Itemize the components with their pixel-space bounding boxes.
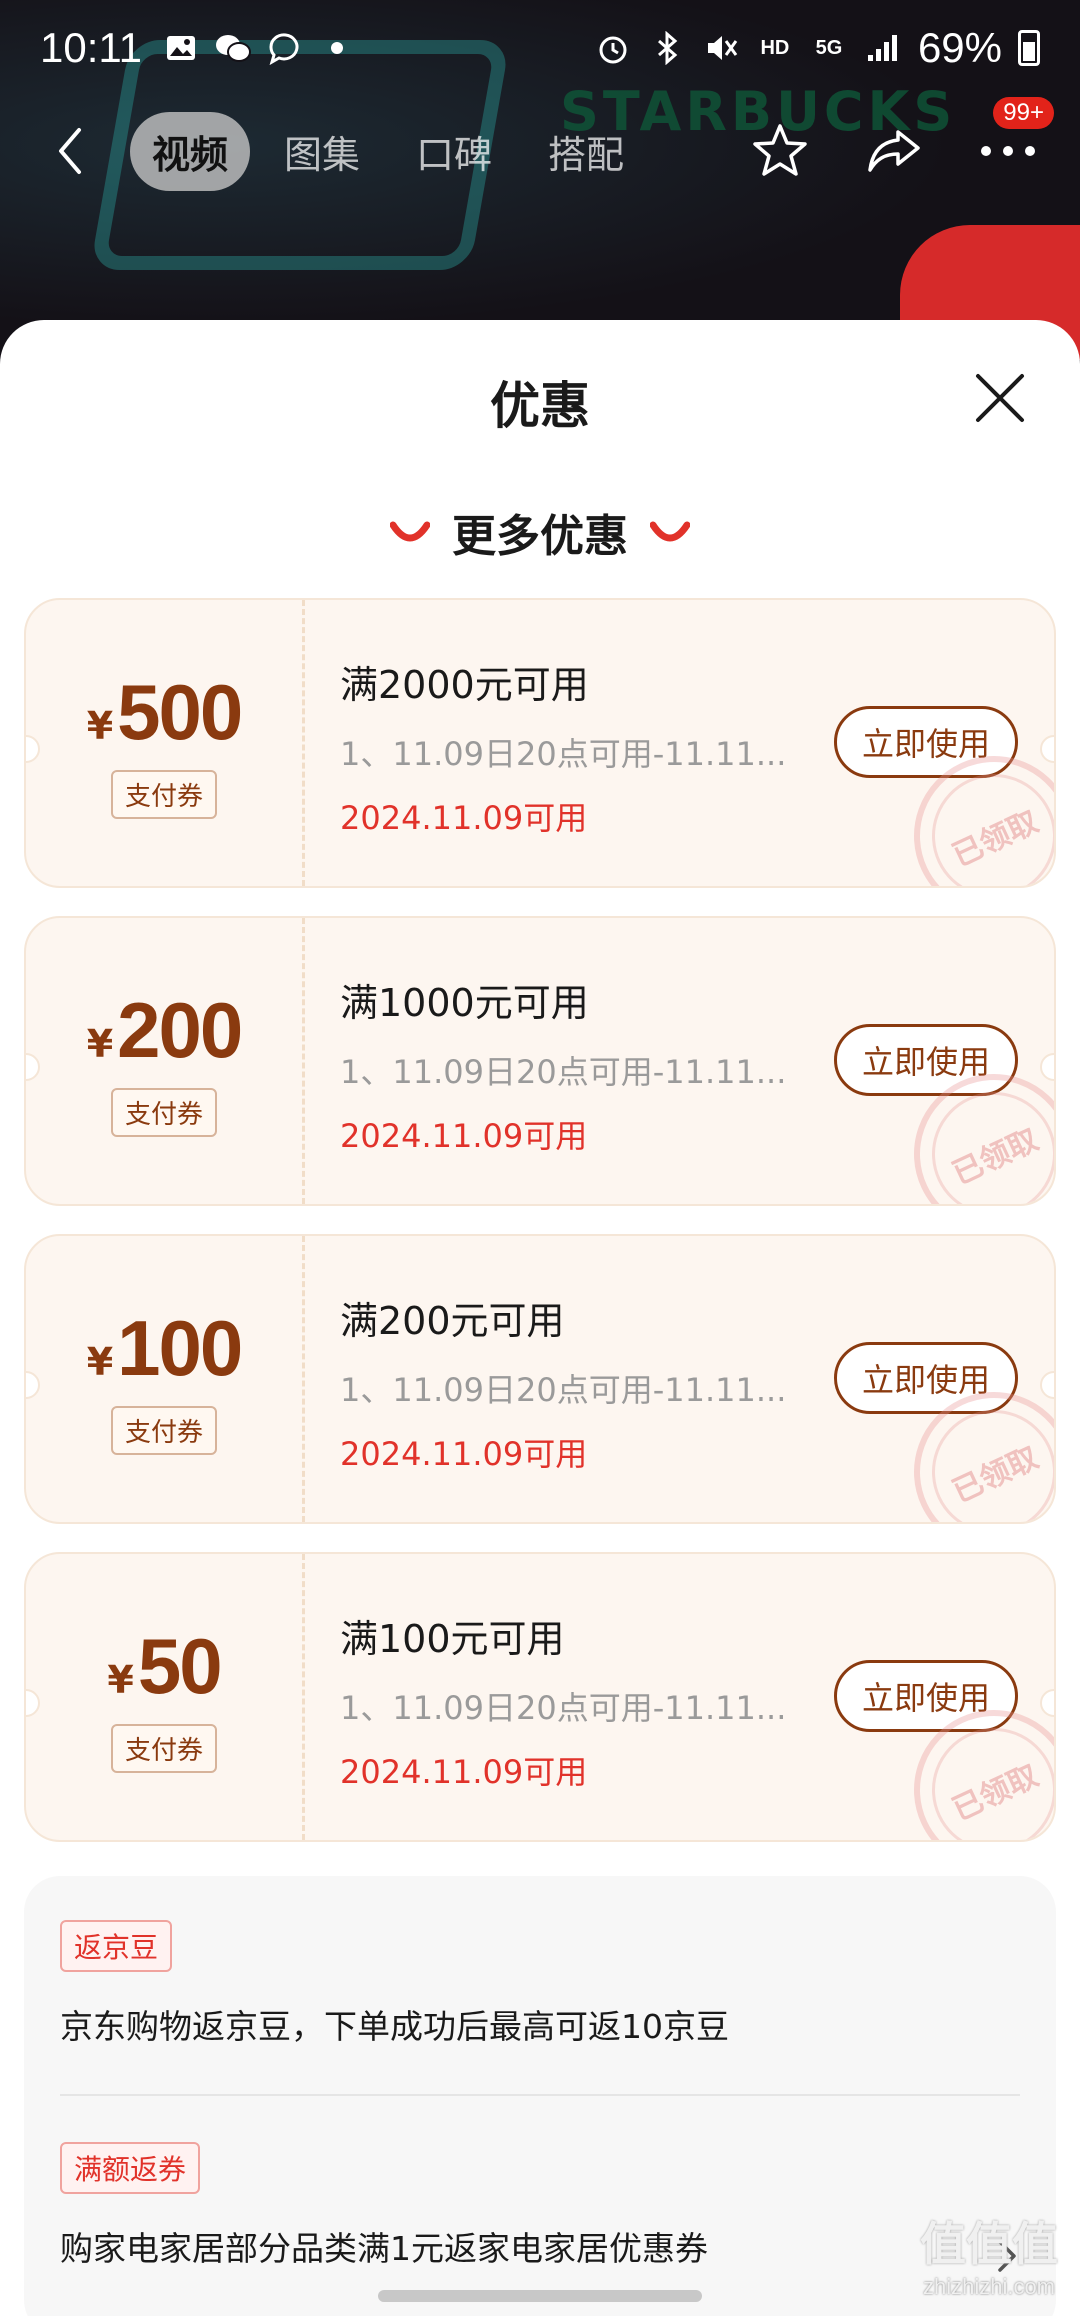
coupon-description: 1、11.09日20点可用-11.11... <box>340 1689 787 1727</box>
more-dots-icon <box>981 146 1035 156</box>
coupon-divider <box>302 1554 305 1840</box>
coupon-condition: 满2000元可用 <box>340 663 589 707</box>
coupon-description: 1、11.09日20点可用-11.11... <box>340 1053 787 1091</box>
chat-bubble-icon <box>266 29 304 67</box>
watermark-logo: 值值值 <box>920 2217 1058 2271</box>
section-title: 更多优惠 <box>452 511 628 562</box>
share-button[interactable] <box>862 119 926 183</box>
coupon-amount: 50 <box>137 1622 223 1710</box>
jingdou-rebate-item: 返京豆 京东购物返京豆，下单成功后最高可返10京豆 <box>60 1920 1020 2048</box>
promo-text: 京东购物返京豆，下单成功后最高可返10京豆 <box>60 2007 729 2046</box>
coupon-notch <box>1040 1689 1054 1717</box>
coupon-notch <box>1040 1371 1054 1399</box>
favorite-button[interactable] <box>748 119 812 183</box>
coupon-type-tag: 支付券 <box>110 1406 217 1455</box>
stamp-text: 已领取 <box>947 1122 1044 1193</box>
status-bar: 10:11 HD 5G 69% <box>0 0 1080 96</box>
coupon-condition: 满200元可用 <box>340 1299 565 1343</box>
tab-reviews[interactable]: 口碑 <box>394 112 514 191</box>
coupon-notch <box>1040 735 1054 763</box>
currency-symbol: ¥ <box>86 1022 114 1066</box>
wechat-icon <box>214 29 252 67</box>
mute-icon <box>702 29 740 67</box>
coupon-card: ¥ 100 支付券 满200元可用 1、11.09日20点可用-11.11...… <box>24 1234 1056 1524</box>
chevron-left-icon <box>59 128 81 174</box>
close-icon <box>976 374 1024 422</box>
coupon-amount: 200 <box>117 986 243 1074</box>
hd-icon: HD <box>760 36 790 59</box>
stamp-text: 已领取 <box>947 804 1044 875</box>
currency-symbol: ¥ <box>86 704 114 748</box>
5g-icon: 5G <box>815 36 843 59</box>
promo-tag: 返京豆 <box>60 1920 173 1972</box>
coupon-description: 1、11.09日20点可用-11.11... <box>340 735 787 773</box>
currency-symbol: ¥ <box>86 1340 114 1384</box>
share-icon <box>868 130 920 172</box>
promo-info-card: 返京豆 京东购物返京豆，下单成功后最高可返10京豆 满额返券 购家电家居部分品类… <box>24 1876 1056 2316</box>
tab-video[interactable]: 视频 <box>130 111 251 191</box>
media-tabs: 视频 图集 口碑 搭配 <box>130 111 646 191</box>
coupon-description: 1、11.09日20点可用-11.11... <box>340 1371 787 1409</box>
site-watermark: 值值值 zhizhizhi.com <box>914 2208 1064 2300</box>
coupon-condition: 满100元可用 <box>340 1617 565 1661</box>
coupon-type-tag: 支付券 <box>110 1724 217 1773</box>
promo-tag: 满额返券 <box>60 2142 201 2194</box>
coupon-divider <box>302 600 305 886</box>
smile-decoration-icon <box>650 521 690 542</box>
currency-symbol: ¥ <box>107 1658 134 1702</box>
top-nav: 视频 图集 口碑 搭配 99+ <box>0 97 1080 194</box>
coupon-divider <box>302 918 305 1204</box>
section-header: 更多优惠 <box>0 500 1080 564</box>
divider <box>60 2094 1020 2096</box>
home-indicator[interactable] <box>378 2290 702 2302</box>
dot-icon <box>318 29 356 67</box>
signal-icon <box>864 29 902 67</box>
battery-icon <box>1018 30 1040 66</box>
promo-text: 购家电家居部分品类满1元返家电家居优惠券 <box>60 2229 708 2268</box>
gallery-icon <box>162 29 200 67</box>
watermark-text: zhizhizhi.com <box>922 2274 1056 2299</box>
coupon-amount: 500 <box>117 668 243 756</box>
coupon-card: ¥ 500 支付券 满2000元可用 1、11.09日20点可用-11.11..… <box>24 598 1056 888</box>
alarm-icon <box>594 29 632 67</box>
coupon-notch <box>1040 1053 1054 1081</box>
battery-percent: 69% <box>917 24 1002 71</box>
bluetooth-icon <box>648 29 686 67</box>
coupon-card: ¥ 50 支付券 满100元可用 1、11.09日20点可用-11.11... … <box>24 1552 1056 1842</box>
discount-sheet: 优惠 更多优惠 ¥ 500 支付券 满2000元可用 1、11.09日20点可用… <box>0 320 1080 2316</box>
stamp-text: 已领取 <box>947 1758 1044 1829</box>
tab-outfit[interactable]: 搭配 <box>526 112 646 191</box>
message-badge: 99+ <box>993 97 1054 129</box>
coupon-rebate-item[interactable]: 满额返券 购家电家居部分品类满1元返家电家居优惠券 <box>60 2142 1020 2270</box>
coupon-card: ¥ 200 支付券 满1000元可用 1、11.09日20点可用-11.11..… <box>24 916 1056 1206</box>
coupon-condition: 满1000元可用 <box>340 981 589 1025</box>
coupon-amount: 100 <box>117 1304 243 1392</box>
tab-gallery[interactable]: 图集 <box>262 112 382 191</box>
star-icon <box>753 124 807 176</box>
smile-decoration-icon <box>390 521 430 542</box>
coupon-type-tag: 支付券 <box>110 770 217 819</box>
status-time: 10:11 <box>40 24 142 71</box>
close-button[interactable] <box>970 368 1030 428</box>
back-button[interactable] <box>40 121 100 181</box>
stamp-text: 已领取 <box>947 1440 1044 1511</box>
coupon-type-tag: 支付券 <box>110 1088 217 1137</box>
sheet-title: 优惠 <box>490 377 590 435</box>
coupon-divider <box>302 1236 305 1522</box>
more-button[interactable]: 99+ <box>976 97 1054 183</box>
